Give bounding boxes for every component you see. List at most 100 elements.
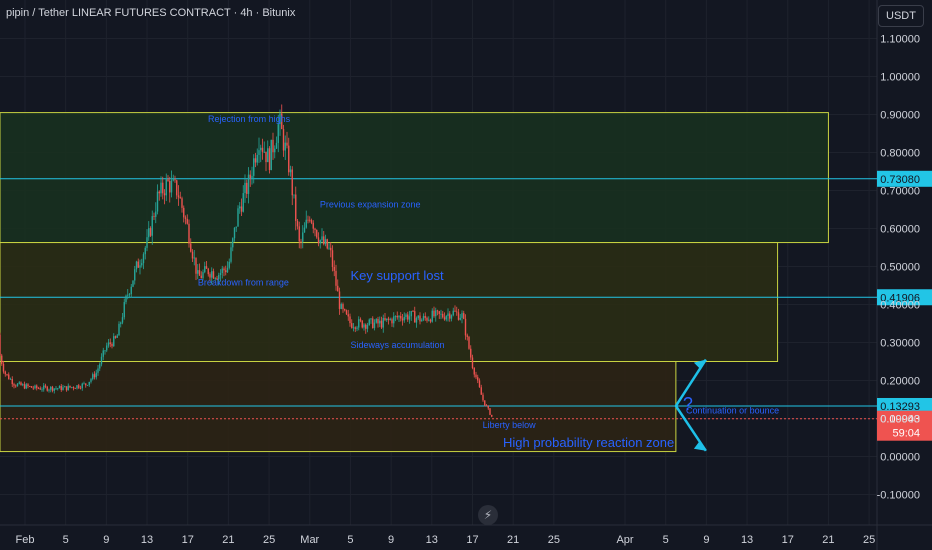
candle-body bbox=[142, 254, 145, 264]
candle-body bbox=[44, 385, 47, 387]
candle-body bbox=[134, 269, 136, 281]
candle-body bbox=[186, 218, 188, 224]
candle-body bbox=[445, 316, 447, 320]
candle-body bbox=[424, 316, 426, 318]
candle-body bbox=[205, 266, 208, 269]
candle-body bbox=[456, 311, 458, 313]
candle-body bbox=[463, 313, 465, 319]
candle-body bbox=[190, 243, 192, 252]
candle-body bbox=[438, 311, 440, 314]
candle-body bbox=[312, 222, 314, 229]
candle-body bbox=[442, 313, 444, 318]
candle-body bbox=[23, 384, 26, 389]
candle-body bbox=[275, 142, 278, 149]
candle-body bbox=[282, 129, 285, 151]
candle-body bbox=[90, 379, 92, 382]
candle-body bbox=[330, 247, 332, 251]
candle-body bbox=[74, 388, 76, 389]
candle-body bbox=[85, 383, 87, 386]
candle-body bbox=[389, 319, 391, 321]
candle-body bbox=[440, 313, 442, 315]
annotation-text: Continuation or bounce bbox=[686, 406, 779, 416]
time-axis[interactable]: Feb 5 9 13 17 21 25 Mar 5 9 13 17 21 25 Apr 5 9 13 17 21 25 bbox=[16, 534, 876, 546]
candle-body bbox=[46, 386, 48, 391]
candle-body bbox=[337, 285, 339, 292]
candle-body bbox=[471, 357, 474, 368]
candle-body bbox=[305, 219, 307, 228]
candle-body bbox=[265, 151, 267, 163]
candle-body bbox=[223, 268, 225, 271]
candle-body bbox=[333, 266, 335, 271]
candle-body bbox=[135, 261, 138, 270]
candle-body bbox=[263, 151, 265, 153]
candle-body bbox=[83, 383, 85, 385]
candle-body bbox=[468, 336, 470, 349]
candle-body bbox=[111, 343, 113, 347]
currency-button[interactable]: USDT bbox=[878, 5, 924, 27]
x-tick-label: 17 bbox=[466, 534, 478, 546]
candle-body bbox=[345, 310, 348, 315]
candle-body bbox=[76, 385, 78, 389]
candle-body bbox=[396, 315, 398, 318]
candle-body bbox=[363, 324, 365, 328]
candle-body bbox=[356, 327, 358, 329]
candle-body bbox=[155, 211, 157, 217]
annotation-text: Breakdown from range bbox=[198, 278, 289, 288]
candle-body bbox=[167, 179, 169, 181]
candle-body bbox=[268, 148, 271, 171]
candle-body bbox=[478, 380, 481, 388]
candle-body bbox=[261, 147, 264, 152]
candle-body bbox=[230, 247, 232, 262]
candle-body bbox=[324, 239, 327, 245]
candle-body bbox=[412, 311, 414, 312]
candle-body bbox=[6, 374, 8, 375]
candle-body bbox=[86, 385, 89, 386]
candle-body bbox=[225, 270, 227, 273]
candle-body bbox=[240, 206, 243, 212]
candle-body bbox=[480, 387, 482, 395]
candle-body bbox=[22, 384, 24, 386]
candle-body bbox=[107, 342, 110, 346]
snapshot-icon[interactable]: ⚡ bbox=[478, 505, 498, 525]
candle-body bbox=[375, 319, 377, 323]
candle-body bbox=[466, 335, 468, 337]
candle-body bbox=[174, 179, 176, 181]
candle-body bbox=[34, 385, 36, 389]
candle-body bbox=[246, 182, 248, 194]
candle-body bbox=[366, 325, 369, 329]
candle-body bbox=[232, 238, 234, 248]
candle-body bbox=[370, 318, 372, 320]
y-tick-label: 0.30000 bbox=[880, 338, 920, 350]
y-tick-label: 0.80000 bbox=[880, 148, 920, 160]
candle-body bbox=[9, 379, 12, 380]
candle-body bbox=[309, 219, 311, 221]
candle-body bbox=[426, 317, 428, 321]
y-tick-label: 0.20000 bbox=[880, 376, 920, 388]
candle-body bbox=[165, 179, 167, 196]
candle-body bbox=[286, 142, 288, 146]
candle-body bbox=[293, 194, 295, 196]
candle-body bbox=[314, 228, 316, 230]
price-chart[interactable]: 0.730800.419060.132930.0994359:04 Reject… bbox=[0, 0, 932, 550]
candle-body bbox=[204, 266, 206, 273]
candle-body bbox=[18, 382, 20, 384]
candle-body bbox=[120, 322, 122, 324]
candle-body bbox=[139, 265, 141, 268]
annotation-text: Sideways accumulation bbox=[350, 340, 444, 350]
x-tick-label: 21 bbox=[222, 534, 234, 546]
x-tick-label: 25 bbox=[263, 534, 275, 546]
candle-body bbox=[64, 386, 66, 388]
candle-body bbox=[30, 386, 33, 388]
x-tick-label: 21 bbox=[822, 534, 834, 546]
candle-body bbox=[352, 327, 355, 329]
candle-body bbox=[347, 314, 349, 317]
candle-body bbox=[321, 236, 323, 241]
x-tick-label: 25 bbox=[548, 534, 560, 546]
x-tick-label: 5 bbox=[663, 534, 669, 546]
candle-body bbox=[431, 310, 433, 322]
candle-body bbox=[361, 320, 363, 328]
annotation-text: High probability reaction zone bbox=[503, 435, 674, 450]
candle-body bbox=[79, 387, 82, 389]
candle-body bbox=[249, 174, 251, 179]
x-tick-label: 13 bbox=[141, 534, 153, 546]
